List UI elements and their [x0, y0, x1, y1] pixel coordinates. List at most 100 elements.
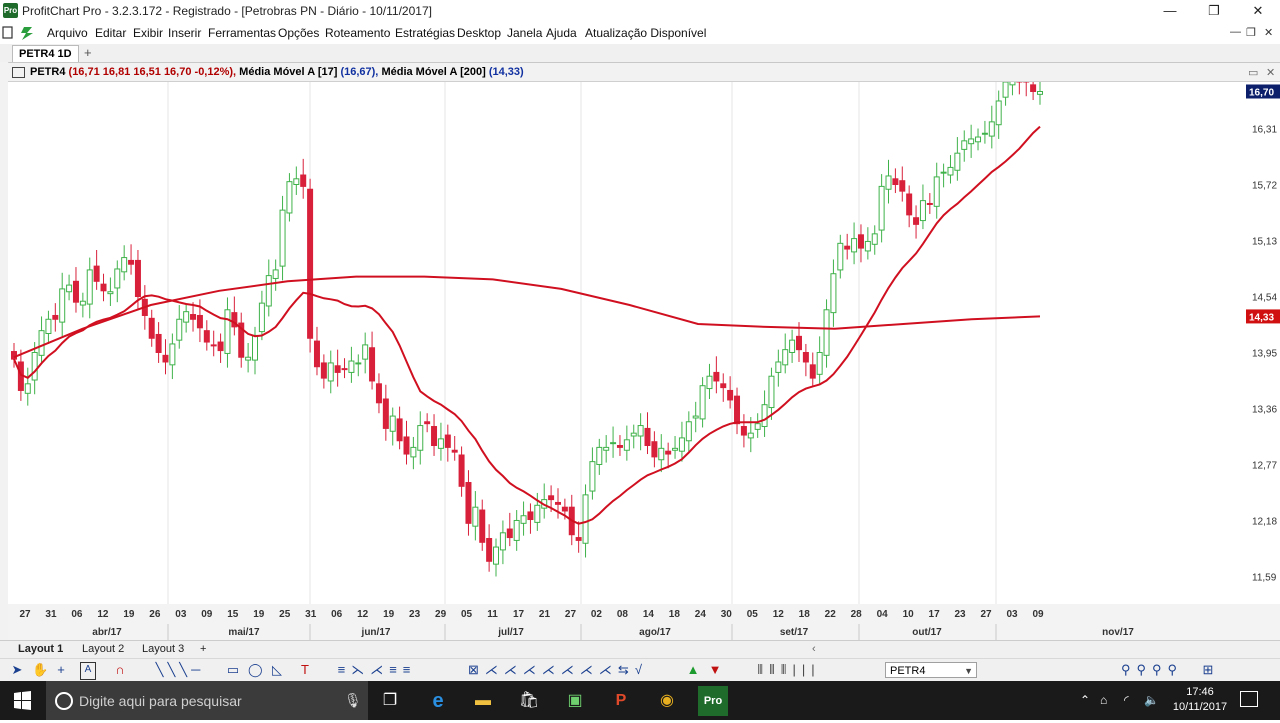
price-tick-label: 12,77 — [1252, 460, 1277, 471]
date-tick-label: 23 — [409, 609, 421, 620]
chart-plot-area[interactable] — [8, 62, 1242, 604]
chart-close-icon[interactable]: ✕ — [1266, 66, 1275, 79]
layout-tab-2[interactable]: Layout 2 — [82, 643, 124, 655]
candle-body — [561, 506, 568, 512]
menu-item-8[interactable]: Desktop — [457, 26, 501, 40]
taskbar-clock[interactable]: 17:46 10/11/2017 — [1168, 685, 1232, 715]
layout-tab-1[interactable]: Layout 1 — [18, 643, 63, 655]
candle-body — [582, 494, 589, 544]
add-layout-button[interactable]: + — [200, 643, 206, 655]
candle-body — [575, 537, 582, 541]
date-tick-label: 25 — [279, 609, 291, 620]
profitchart-taskbar-icon[interactable]: Pro — [698, 686, 728, 716]
restore-button[interactable]: ❐ — [1192, 0, 1236, 22]
tray-chevron-icon[interactable]: ⌃ — [1080, 693, 1090, 707]
time-axis[interactable]: 27 31 06 12 19 26 03 09 15 19 25 31 06 12 19 23 29 05 11 17… — [8, 604, 1280, 640]
candle-body — [527, 511, 534, 521]
crosshair-tool-icon[interactable]: + — [54, 662, 68, 678]
mdi-restore-button[interactable]: ❐ — [1246, 26, 1256, 39]
line-tools-icon[interactable]: ╲╲╲─ — [140, 662, 220, 678]
network-icon[interactable]: ⌂ — [1100, 693, 1107, 707]
scroll-left-icon[interactable]: ‹ — [812, 643, 816, 655]
analysis-tools-icon[interactable]: ⊠⋌⋌⋌⋌⋌⋌⋌⇆√ — [438, 662, 678, 678]
start-button[interactable] — [0, 681, 45, 720]
menu-item-0[interactable]: Arquivo — [47, 26, 88, 40]
triangle-tool-icon[interactable]: ◺ — [270, 662, 284, 678]
close-button[interactable]: ✕ — [1236, 0, 1280, 22]
text-tool-icon[interactable]: A — [80, 662, 96, 680]
wifi-icon[interactable]: ◜ — [1124, 693, 1129, 707]
menu-item-4[interactable]: Ferramentas — [208, 26, 276, 40]
photos-app-icon[interactable]: ▣ — [560, 686, 590, 716]
menu-item-3[interactable]: Inserir — [168, 26, 201, 40]
date-tick-label: 27 — [565, 609, 577, 620]
month-label: jul/17 — [497, 627, 524, 638]
mdi-close-button[interactable]: ✕ — [1264, 26, 1273, 39]
zoom-tools-icon[interactable]: ⚲⚲⚲⚲ — [1112, 662, 1192, 678]
menu-item-11[interactable]: Atualização Disponível — [585, 26, 706, 40]
candle-body — [11, 351, 17, 360]
tab-petr4-1d[interactable]: PETR4 1D — [12, 45, 79, 62]
date-tick-label: 24 — [695, 609, 707, 620]
menu-item-7[interactable]: Estratégias — [395, 26, 455, 40]
store-icon[interactable]: 🛍 — [514, 686, 544, 716]
taskbar-search[interactable]: Digite aqui para pesquisar 🎙 — [46, 681, 368, 720]
chart-maximize-icon[interactable]: ▭ — [1248, 66, 1258, 79]
candle-body — [637, 425, 644, 437]
grid-tool-icon[interactable]: ⊞ — [1200, 662, 1216, 678]
volume-icon[interactable]: 🔈 — [1144, 693, 1159, 707]
candle-body — [1009, 76, 1016, 86]
magnet-tool-icon[interactable]: ∩ — [113, 662, 127, 678]
price-tag-label: 16,70 — [1249, 87, 1274, 98]
fibonacci-tools-icon[interactable]: ≡⋋⋌≡≡ — [322, 662, 432, 678]
menu-item-9[interactable]: Janela — [507, 26, 542, 40]
candle-body — [451, 449, 458, 453]
text-t-tool-icon[interactable]: T — [298, 662, 312, 678]
cursor-tool-icon[interactable]: ➤ — [10, 662, 24, 678]
period-tools-icon[interactable]: ⦀⦀⦀||| — [734, 662, 844, 678]
menu-item-5[interactable]: Opções — [278, 26, 319, 40]
add-tab-button[interactable]: + — [84, 45, 92, 60]
powerpoint-icon[interactable]: P — [606, 686, 636, 716]
notifications-icon[interactable] — [1240, 691, 1258, 707]
candle-body — [479, 509, 486, 543]
candlestick-chart[interactable] — [8, 62, 1242, 604]
candle-body — [286, 181, 293, 214]
chrome-icon[interactable]: ◉ — [652, 686, 682, 716]
layout-tab-3[interactable]: Layout 3 — [142, 643, 184, 655]
ellipse-tool-icon[interactable]: ◯ — [248, 662, 263, 678]
sell-arrow-icon[interactable]: ▼ — [708, 662, 722, 678]
edge-browser-icon[interactable]: e — [423, 686, 453, 716]
microphone-icon[interactable]: 🎙 — [344, 692, 362, 709]
candle-body — [114, 268, 121, 289]
chart-window-icon[interactable] — [12, 67, 25, 78]
asset-select[interactable]: PETR4 ▼ — [885, 662, 977, 678]
mdi-minimize-button[interactable]: — — [1230, 26, 1241, 38]
menu-item-10[interactable]: Ajuda — [546, 26, 577, 40]
price-axis[interactable]: 16,31 15,72 15,13 14,54 13,95 13,36 12,77 12,18… — [1242, 82, 1280, 604]
hand-tool-icon[interactable]: ✋ — [32, 662, 48, 678]
task-view-icon[interactable]: ❐ — [375, 686, 405, 716]
minimize-button[interactable]: — — [1148, 0, 1192, 22]
menu-item-6[interactable]: Roteamento — [325, 26, 390, 40]
candle-body — [355, 362, 362, 365]
menu-item-2[interactable]: Exibir — [133, 26, 163, 40]
menu-system-icons[interactable] — [2, 25, 42, 44]
system-icon[interactable] — [2, 25, 42, 41]
file-explorer-icon[interactable]: ▬ — [468, 686, 498, 716]
buy-arrow-icon[interactable]: ▲ — [686, 662, 700, 678]
candle-body — [713, 371, 720, 382]
candle-body — [947, 166, 954, 176]
candle-body — [651, 441, 658, 458]
date-tick-label: 19 — [123, 609, 135, 620]
candle-body — [851, 238, 858, 253]
candle-body — [685, 421, 692, 442]
time-axis-labels: 27 31 06 12 19 26 03 09 15 19 25 31 06 12 19 23 29 05 11 17… — [19, 609, 1134, 640]
menu-item-1[interactable]: Editar — [95, 26, 126, 40]
rectangle-tool-icon[interactable]: ▭ — [226, 662, 240, 678]
date-tick-label: 11 — [487, 609, 498, 620]
date-tick-label: 22 — [825, 609, 837, 620]
date-tick-label: 02 — [591, 609, 603, 620]
candle-body — [369, 347, 376, 382]
candle-body — [906, 193, 913, 216]
